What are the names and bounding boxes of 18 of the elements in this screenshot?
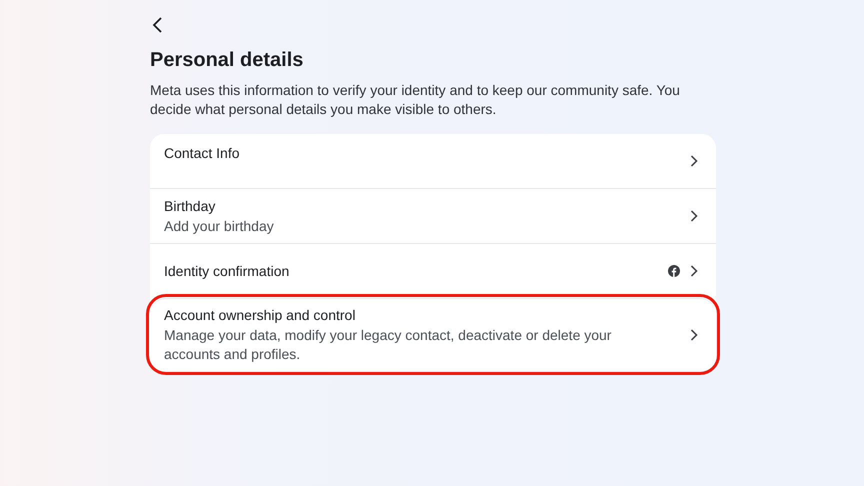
row-label: Account ownership and control	[164, 306, 356, 324]
row-label: Birthday	[164, 196, 216, 214]
page-description: Meta uses this information to verify your identity and to keep our community safe. You decide what personal details you make visible to others.	[150, 81, 681, 119]
chevron-right-icon	[690, 329, 698, 341]
row-subtitle: Add your birthday	[164, 216, 275, 236]
row-label: Contact Info	[164, 144, 240, 162]
facebook-logo-icon	[668, 265, 680, 277]
settings-row[interactable]: Account ownership and control Manage your data, modify your legacy contact, deactivate or delete your accounts and profiles.	[150, 298, 716, 371]
settings-row[interactable]: Identity confirmation	[150, 243, 716, 298]
settings-row[interactable]: Contact Info	[150, 134, 716, 188]
chevron-right-icon	[690, 155, 698, 167]
page-title: Personal details	[150, 48, 304, 72]
row-label: Identity confirmation	[164, 262, 290, 280]
row-subtitle: Manage your data, modify your legacy contact, deactivate or delete your accounts and profiles.	[164, 326, 612, 364]
back-chevron-icon	[152, 17, 164, 33]
chevron-right-icon	[690, 265, 698, 277]
chevron-right-icon	[690, 210, 698, 222]
settings-row[interactable]: Birthday Add your birthday	[150, 188, 716, 243]
